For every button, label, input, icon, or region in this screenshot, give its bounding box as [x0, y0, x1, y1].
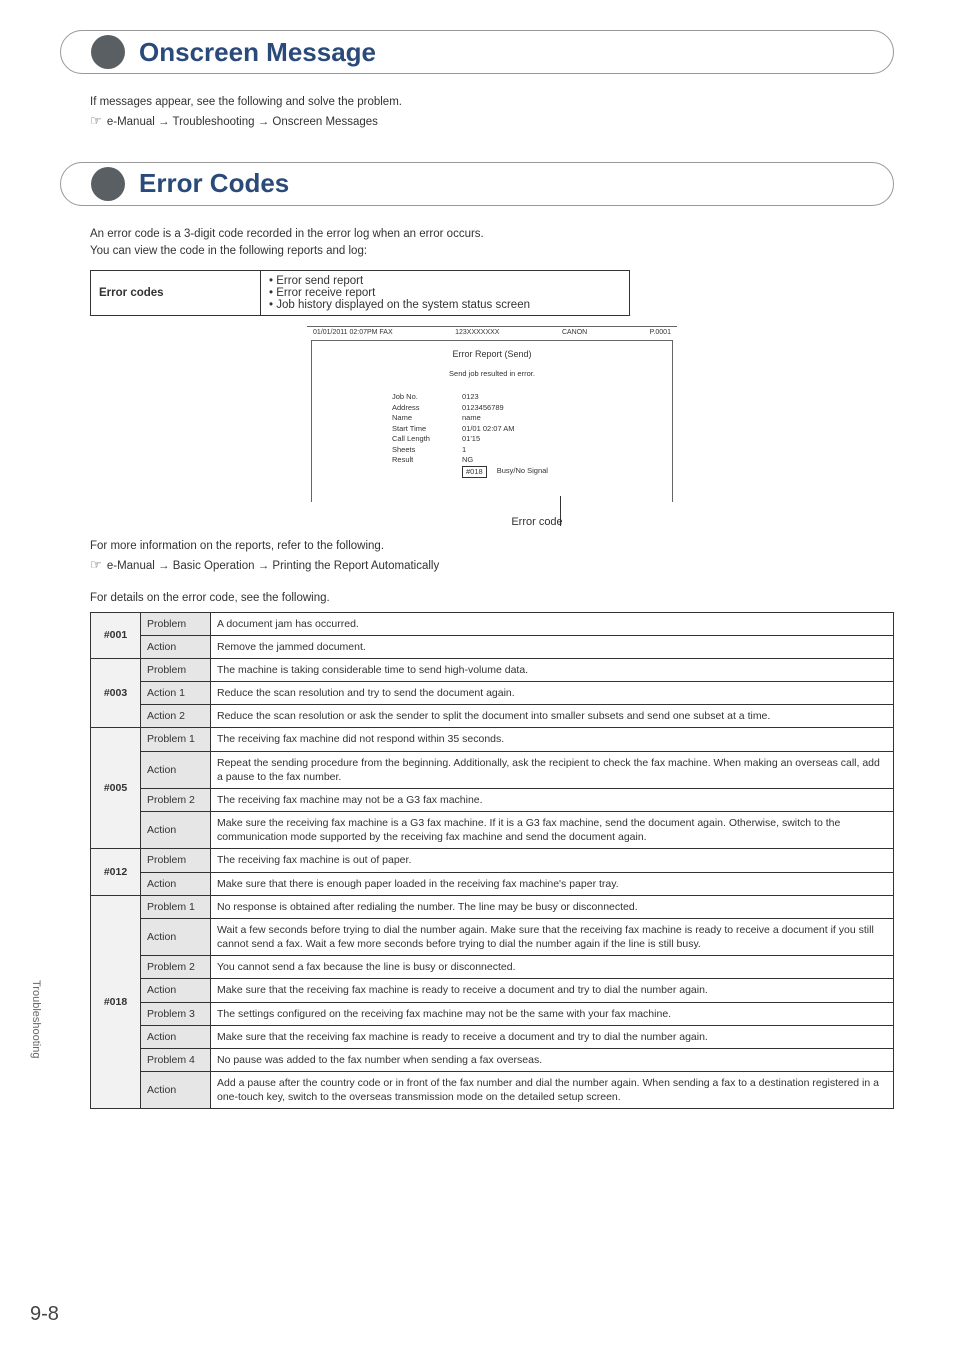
errorcodes-desc: An error code is a 3-digit code recorded… [90, 226, 894, 261]
side-tab-label: Troubleshooting [30, 980, 42, 1058]
more-info: For more information on the reports, ref… [90, 538, 894, 576]
row-label: Problem 1 [141, 895, 211, 918]
row-label: Action [141, 751, 211, 788]
row-text: Wait a few seconds before trying to dial… [211, 918, 894, 955]
report-key: Call Length [392, 434, 462, 445]
report-details: Job No.0123Address0123456789NamenameStar… [392, 392, 672, 478]
row-text: Reduce the scan resolution or ask the se… [211, 705, 894, 728]
error-report-figure: 01/01/2011 02:07PM FAX 123XXXXXXX CANON … [307, 326, 677, 528]
row-label: Problem 1 [141, 728, 211, 751]
report-val: 0123 [462, 392, 479, 403]
callout-line [560, 496, 561, 526]
row-label: Action [141, 812, 211, 849]
bullet-icon [91, 167, 125, 201]
row-text: Make sure that the receiving fax machine… [211, 979, 894, 1002]
mini-bullet-1: Error send report [269, 275, 621, 287]
details-table: #001ProblemA document jam has occurred.A… [90, 612, 894, 1110]
report-hdr-date: 01/01/2011 02:07PM FAX [313, 329, 393, 336]
row-label: Problem [141, 658, 211, 681]
row-text: Repeat the sending procedure from the be… [211, 751, 894, 788]
report-val: 0123456789 [462, 403, 504, 414]
row-label: Problem 2 [141, 956, 211, 979]
errorcodes-title: Error Codes [139, 168, 289, 199]
report-title: Error Report (Send) [312, 349, 672, 359]
mini-bullet-3: Job history displayed on the system stat… [269, 299, 621, 311]
report-key: Job No. [392, 392, 462, 403]
error-code-cell: #001 [91, 612, 141, 658]
row-text: Add a pause after the country code or in… [211, 1072, 894, 1109]
row-text: The receiving fax machine is out of pape… [211, 849, 894, 872]
row-text: Make sure that there is enough paper loa… [211, 872, 894, 895]
error-code-cell: #005 [91, 728, 141, 849]
report-val: 01'15 [462, 434, 480, 445]
mini-bullet-2: Error receive report [269, 287, 621, 299]
row-label: Action [141, 1025, 211, 1048]
row-label: Problem 3 [141, 1002, 211, 1025]
row-text: No response is obtained after redialing … [211, 895, 894, 918]
report-key: Address [392, 403, 462, 414]
error-code-cell: #012 [91, 849, 141, 895]
report-hdr-name: CANON [562, 329, 587, 336]
row-text: Make sure that the receiving fax machine… [211, 1025, 894, 1048]
report-hdr-page: P.0001 [650, 329, 671, 336]
onscreen-section-header: Onscreen Message [60, 30, 894, 74]
page-number: 9-8 [30, 1303, 59, 1326]
result-msg: Busy/No Signal [497, 466, 548, 479]
row-text: The receiving fax machine may not be a G… [211, 788, 894, 811]
row-label: Action [141, 918, 211, 955]
row-label: Action [141, 979, 211, 1002]
row-label: Problem [141, 849, 211, 872]
error-code-cell: #003 [91, 658, 141, 728]
row-label: Action [141, 635, 211, 658]
pointer-icon: ☞ [90, 555, 102, 575]
more-info-line2: e-Manual → Basic Operation → Printing th… [107, 560, 439, 572]
row-label: Action [141, 1072, 211, 1109]
row-text: Remove the jammed document. [211, 635, 894, 658]
row-text: No pause was added to the fax number whe… [211, 1048, 894, 1071]
report-hdr-num: 123XXXXXXX [455, 329, 499, 336]
callout-label: Error code [397, 516, 677, 528]
errorcodes-desc2: You can view the code in the following r… [90, 245, 367, 257]
row-text: Reduce the scan resolution and try to se… [211, 682, 894, 705]
row-text: The settings configured on the receiving… [211, 1002, 894, 1025]
result-code-box: #018 [462, 466, 487, 479]
details-intro: For details on the error code, see the f… [90, 592, 894, 604]
row-text: Make sure the receiving fax machine is a… [211, 812, 894, 849]
report-val: 01/01 02:07 AM [462, 424, 515, 435]
row-label: Action 1 [141, 682, 211, 705]
row-label: Problem [141, 612, 211, 635]
row-text: The receiving fax machine did not respon… [211, 728, 894, 751]
row-text: A document jam has occurred. [211, 612, 894, 635]
onscreen-intro-line2: e-Manual → Troubleshooting → Onscreen Me… [107, 116, 378, 128]
error-code-cell: #018 [91, 895, 141, 1109]
row-label: Problem 2 [141, 788, 211, 811]
report-val: NG [462, 455, 473, 466]
report-key: Sheets [392, 445, 462, 456]
onscreen-title: Onscreen Message [139, 37, 376, 68]
onscreen-intro-line1: If messages appear, see the following an… [90, 96, 402, 108]
row-text: The machine is taking considerable time … [211, 658, 894, 681]
report-key: Start Time [392, 424, 462, 435]
mini-table-right: Error send report Error receive report J… [261, 271, 630, 316]
error-codes-mini-table: Error codes Error send report Error rece… [90, 270, 630, 316]
row-label: Problem 4 [141, 1048, 211, 1071]
report-key: Name [392, 413, 462, 424]
report-key: Result [392, 455, 462, 466]
more-info-line1: For more information on the reports, ref… [90, 540, 384, 552]
mini-table-left: Error codes [91, 271, 261, 316]
onscreen-intro: If messages appear, see the following an… [90, 94, 894, 132]
errorcodes-section-header: Error Codes [60, 162, 894, 206]
pointer-icon: ☞ [90, 111, 102, 131]
report-val: name [462, 413, 481, 424]
bullet-icon [91, 35, 125, 69]
report-val: 1 [462, 445, 466, 456]
row-label: Action [141, 872, 211, 895]
report-subtitle: Send job resulted in error. [312, 369, 672, 378]
row-text: You cannot send a fax because the line i… [211, 956, 894, 979]
row-label: Action 2 [141, 705, 211, 728]
errorcodes-desc1: An error code is a 3-digit code recorded… [90, 228, 484, 240]
